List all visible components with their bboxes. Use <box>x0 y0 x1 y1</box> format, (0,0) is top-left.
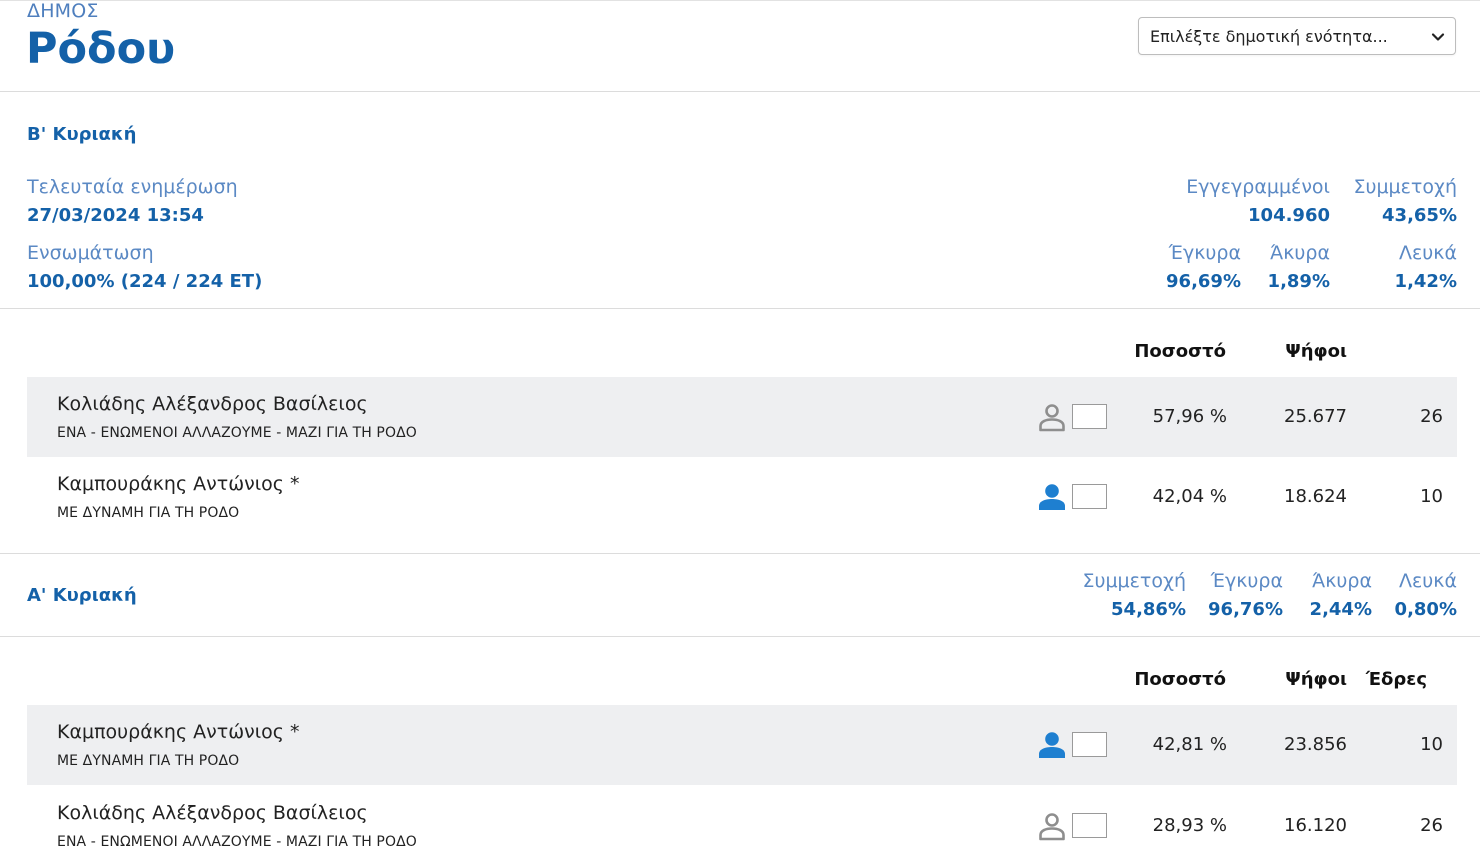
valid-label-a: Έγκυρα <box>1210 570 1283 592</box>
column-header-percentage: Ποσοστό <box>1134 341 1226 362</box>
candidate-seats: 10 <box>1420 486 1443 507</box>
blank-label-a: Λευκά <box>1399 570 1457 592</box>
candidate-party: ΜΕ ΔΥΝΑΜΗ ΓΙΑ ΤΗ ΡΟΔΟ <box>57 753 240 769</box>
page-header: ΔΗΜΟΣ Ρόδου Επιλέξτε δημοτική ενότητα... <box>0 0 1480 92</box>
candidate-votes: 23.856 <box>1284 734 1347 755</box>
column-header-votes: Ψήφοι <box>1285 341 1347 362</box>
registered-value: 104.960 <box>1248 205 1330 226</box>
person-icon <box>1039 732 1065 758</box>
column-header-votes: Ψήφοι <box>1285 669 1347 690</box>
integration-value: 100,00% (224 / 224 ΕΤ) <box>27 271 263 292</box>
turnout-label-a: Συμμετοχή <box>1082 570 1186 592</box>
candidate-seats: 10 <box>1420 734 1443 755</box>
round-a-title: Α' Κυριακή <box>27 585 137 606</box>
candidate-seats: 26 <box>1420 815 1443 836</box>
candidate-row[interactable]: Καμπουράκης Αντώνιος * ΜΕ ΔΥΝΑΜΗ ΓΙΑ ΤΗ … <box>27 457 1457 537</box>
column-header-percentage: Ποσοστό <box>1134 669 1226 690</box>
candidate-percentage: 42,04 % <box>1152 486 1227 507</box>
candidate-name: Καμπουράκης Αντώνιος * <box>57 721 300 743</box>
invalid-label-a: Άκυρα <box>1312 570 1372 592</box>
candidate-row[interactable]: Κολιάδης Αλέξανδρος Βασίλειος ΕΝΑ - ΕΝΩΜ… <box>27 786 1457 860</box>
candidate-votes: 25.677 <box>1284 406 1347 427</box>
candidate-party: ΕΝΑ - ΕΝΩΜΕΝΟΙ ΑΛΛΑΖΟΥΜΕ - ΜΑΖΙ ΓΙΑ ΤΗ Ρ… <box>57 425 417 441</box>
candidate-checkbox[interactable] <box>1072 484 1107 509</box>
person-icon <box>1039 484 1065 510</box>
municipality-title: Ρόδου <box>26 24 176 74</box>
valid-value-a: 96,76% <box>1208 599 1283 620</box>
candidate-checkbox[interactable] <box>1072 404 1107 429</box>
divider <box>0 308 1480 309</box>
column-header-seats: Έδρες <box>1365 669 1427 690</box>
turnout-value-a: 54,86% <box>1111 599 1186 620</box>
blank-value-b: 1,42% <box>1394 271 1457 292</box>
candidate-votes: 18.624 <box>1284 486 1347 507</box>
candidate-votes: 16.120 <box>1284 815 1347 836</box>
candidate-seats: 26 <box>1420 406 1443 427</box>
valid-value-b: 96,69% <box>1166 271 1241 292</box>
candidate-percentage: 57,96 % <box>1152 406 1227 427</box>
integration-label: Ενσωμάτωση <box>27 242 154 264</box>
round-b-title: Β' Κυριακή <box>27 124 137 145</box>
candidate-name: Καμπουράκης Αντώνιος * <box>57 473 300 495</box>
invalid-value-a: 2,44% <box>1309 599 1372 620</box>
municipality-kicker: ΔΗΜΟΣ <box>27 0 99 22</box>
municipal-unit-select[interactable]: Επιλέξτε δημοτική ενότητα... <box>1138 17 1456 55</box>
turnout-label-b: Συμμετοχή <box>1353 176 1457 198</box>
invalid-label-b: Άκυρα <box>1270 242 1330 264</box>
person-icon <box>1039 404 1065 432</box>
last-update-value: 27/03/2024 13:54 <box>27 205 204 226</box>
candidate-name: Κολιάδης Αλέξανδρος Βασίλειος <box>57 802 368 824</box>
invalid-value-b: 1,89% <box>1267 271 1330 292</box>
candidate-party: ΕΝΑ - ΕΝΩΜΕΝΟΙ ΑΛΛΑΖΟΥΜΕ - ΜΑΖΙ ΓΙΑ ΤΗ Ρ… <box>57 834 417 850</box>
candidate-row[interactable]: Κολιάδης Αλέξανδρος Βασίλειος ΕΝΑ - ΕΝΩΜ… <box>27 377 1457 457</box>
candidate-name: Κολιάδης Αλέξανδρος Βασίλειος <box>57 393 368 415</box>
chevron-down-icon <box>1431 33 1445 41</box>
candidate-percentage: 28,93 % <box>1152 815 1227 836</box>
turnout-value-b: 43,65% <box>1382 205 1457 226</box>
results-page: ΔΗΜΟΣ Ρόδου Επιλέξτε δημοτική ενότητα...… <box>0 0 1480 860</box>
divider <box>0 553 1480 554</box>
candidate-checkbox[interactable] <box>1072 813 1107 838</box>
candidate-percentage: 42,81 % <box>1152 734 1227 755</box>
blank-value-a: 0,80% <box>1394 599 1457 620</box>
blank-label-b: Λευκά <box>1399 242 1457 264</box>
divider <box>0 636 1480 637</box>
municipal-unit-select-value: Επιλέξτε δημοτική ενότητα... <box>1150 26 1388 46</box>
candidate-row[interactable]: Καμπουράκης Αντώνιος * ΜΕ ΔΥΝΑΜΗ ΓΙΑ ΤΗ … <box>27 705 1457 785</box>
valid-label-b: Έγκυρα <box>1168 242 1241 264</box>
candidate-checkbox[interactable] <box>1072 732 1107 757</box>
registered-label: Εγγεγραμμένοι <box>1186 176 1330 198</box>
last-update-label: Τελευταία ενημέρωση <box>27 176 238 198</box>
person-icon <box>1039 813 1065 841</box>
candidate-party: ΜΕ ΔΥΝΑΜΗ ΓΙΑ ΤΗ ΡΟΔΟ <box>57 505 240 521</box>
